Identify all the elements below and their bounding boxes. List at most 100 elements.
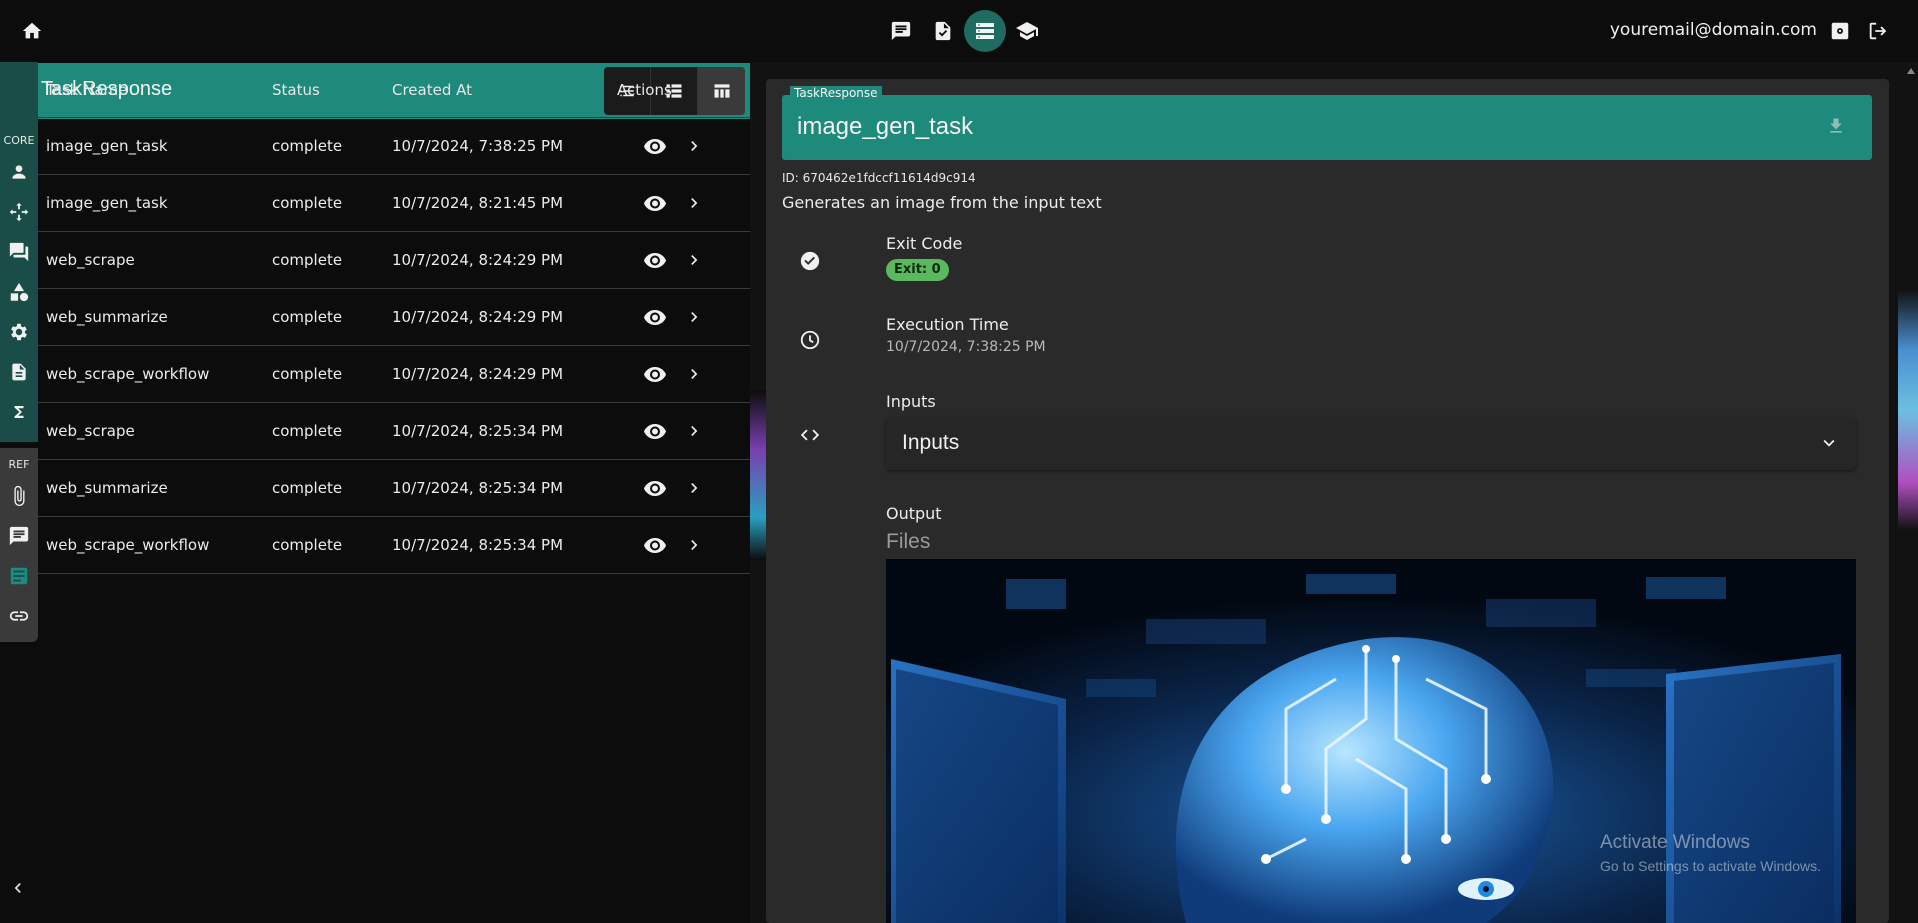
open-chevron-icon[interactable] bbox=[683, 534, 705, 556]
output-label: Output bbox=[886, 504, 942, 523]
view-eye-icon[interactable] bbox=[642, 190, 668, 216]
download-icon[interactable] bbox=[1826, 116, 1848, 138]
row-created-at: 10/7/2024, 8:24:29 PM bbox=[392, 308, 564, 326]
row-created-at: 10/7/2024, 8:21:45 PM bbox=[392, 194, 564, 212]
execution-time-value: 10/7/2024, 7:38:25 PM bbox=[886, 339, 1046, 355]
row-task-name: web_scrape_workflow bbox=[46, 365, 210, 383]
top-bar: youremail@domain.com bbox=[0, 0, 1918, 62]
row-actions bbox=[617, 475, 750, 501]
chat-nav-icon[interactable] bbox=[880, 10, 922, 52]
table-row[interactable]: web_scrape_workflow complete 10/7/2024, 8:… bbox=[38, 517, 750, 574]
document-icon[interactable] bbox=[7, 360, 31, 384]
row-actions bbox=[617, 133, 750, 159]
row-created-at: 10/7/2024, 8:24:29 PM bbox=[392, 251, 564, 269]
open-chevron-icon[interactable] bbox=[683, 306, 705, 328]
view-eye-icon[interactable] bbox=[642, 304, 668, 330]
row-actions bbox=[617, 532, 750, 558]
main-nav bbox=[880, 10, 1048, 52]
row-created-at: 10/7/2024, 8:25:34 PM bbox=[392, 479, 564, 497]
attach-icon[interactable] bbox=[7, 484, 31, 508]
open-chevron-icon[interactable] bbox=[683, 420, 705, 442]
table-row[interactable]: web_scrape complete 10/7/2024, 8:25:34 PM bbox=[38, 403, 750, 460]
link-icon[interactable] bbox=[7, 604, 31, 628]
view-eye-icon[interactable] bbox=[642, 418, 668, 444]
user-email: youremail@domain.com bbox=[1609, 20, 1817, 40]
row-status: complete bbox=[272, 422, 343, 440]
table-row[interactable]: web_scrape_workflow complete 10/7/2024, 8:… bbox=[38, 346, 750, 403]
row-task-name: image_gen_task bbox=[46, 194, 168, 212]
row-status: complete bbox=[272, 479, 343, 497]
open-chevron-icon[interactable] bbox=[683, 249, 705, 271]
sigma-icon[interactable] bbox=[7, 400, 31, 424]
table-row[interactable]: web_scrape complete 10/7/2024, 8:24:29 PM bbox=[38, 232, 750, 289]
school-nav-icon[interactable] bbox=[1006, 10, 1048, 52]
open-chevron-icon[interactable] bbox=[683, 363, 705, 385]
col-status[interactable]: Status bbox=[272, 81, 392, 99]
task-check-nav-icon[interactable] bbox=[922, 10, 964, 52]
row-status: complete bbox=[272, 194, 343, 212]
logout-icon[interactable] bbox=[1866, 19, 1890, 43]
settings-icon[interactable] bbox=[1828, 19, 1852, 43]
table-row[interactable]: image_gen_task complete 10/7/2024, 7:38:25… bbox=[38, 118, 750, 175]
open-chevron-icon[interactable] bbox=[683, 477, 705, 499]
comment-icon[interactable] bbox=[7, 524, 31, 548]
row-status: complete bbox=[272, 308, 343, 326]
shapes-icon[interactable] bbox=[7, 280, 31, 304]
clock-icon bbox=[798, 328, 822, 352]
row-created-at: 10/7/2024, 8:25:34 PM bbox=[392, 536, 564, 554]
view-eye-icon[interactable] bbox=[642, 133, 668, 159]
activate-windows-subtitle: Go to Settings to activate Windows. bbox=[1600, 858, 1821, 874]
exit-code-badge: Exit: 0 bbox=[886, 259, 949, 281]
view-eye-icon[interactable] bbox=[642, 532, 668, 558]
background-glow-left bbox=[750, 390, 766, 560]
inputs-label: Inputs bbox=[886, 392, 936, 411]
view-eye-icon[interactable] bbox=[642, 475, 668, 501]
row-actions bbox=[617, 418, 750, 444]
view-eye-icon[interactable] bbox=[642, 247, 668, 273]
view-eye-icon[interactable] bbox=[642, 361, 668, 387]
row-status: complete bbox=[272, 137, 343, 155]
row-task-name: web_summarize bbox=[46, 479, 168, 497]
scroll-up-arrow-icon[interactable] bbox=[1906, 66, 1916, 76]
row-task-name: image_gen_task bbox=[46, 137, 168, 155]
row-created-at: 10/7/2024, 8:24:29 PM bbox=[392, 365, 564, 383]
open-chevron-icon[interactable] bbox=[683, 192, 705, 214]
task-description: Generates an image from the input text bbox=[782, 193, 1102, 212]
row-actions bbox=[617, 190, 750, 216]
move-icon[interactable] bbox=[7, 200, 31, 224]
task-response-icon[interactable] bbox=[7, 564, 31, 588]
list-nav-icon[interactable] bbox=[964, 10, 1006, 52]
row-status: complete bbox=[272, 251, 343, 269]
person-icon[interactable] bbox=[7, 160, 31, 184]
row-actions bbox=[617, 304, 750, 330]
table-header: Task Name Status Created At Actions bbox=[38, 62, 750, 118]
settings-gear-icon[interactable] bbox=[7, 320, 31, 344]
task-table: Task Name Status Created At Actions imag… bbox=[38, 62, 750, 574]
row-task-name: web_summarize bbox=[46, 308, 168, 326]
files-label: Files bbox=[886, 530, 931, 553]
expand-more-icon[interactable] bbox=[1818, 432, 1840, 454]
row-task-name: web_scrape bbox=[46, 422, 135, 440]
home-icon[interactable] bbox=[18, 17, 46, 45]
table-row[interactable]: image_gen_task complete 10/7/2024, 8:21:45… bbox=[38, 175, 750, 232]
row-status: complete bbox=[272, 536, 343, 554]
table-row[interactable]: web_summarize complete 10/7/2024, 8:24:29 … bbox=[38, 289, 750, 346]
row-actions bbox=[617, 361, 750, 387]
row-status: complete bbox=[272, 365, 343, 383]
row-task-name: web_scrape bbox=[46, 251, 135, 269]
col-created-at[interactable]: Created At bbox=[392, 81, 617, 99]
task-response-legend: TaskResponse bbox=[790, 86, 882, 100]
table-row[interactable]: web_summarize complete 10/7/2024, 8:25:34 … bbox=[38, 460, 750, 517]
task-name-value: image_gen_task bbox=[797, 113, 974, 140]
row-task-name: web_scrape_workflow bbox=[46, 536, 210, 554]
activate-windows-title: Activate Windows bbox=[1600, 832, 1750, 853]
inputs-accordion-title: Inputs bbox=[902, 431, 960, 454]
row-created-at: 10/7/2024, 7:38:25 PM bbox=[392, 137, 564, 155]
core-rail-label: CORE bbox=[3, 134, 35, 147]
col-task-name[interactable]: Task Name bbox=[38, 81, 272, 99]
collapse-sidebar-icon[interactable] bbox=[8, 878, 30, 900]
vertical-scrollbar[interactable] bbox=[1904, 62, 1918, 923]
open-chevron-icon[interactable] bbox=[683, 135, 705, 157]
inputs-accordion[interactable]: Inputs bbox=[886, 418, 1856, 470]
forum-icon[interactable] bbox=[7, 240, 31, 264]
